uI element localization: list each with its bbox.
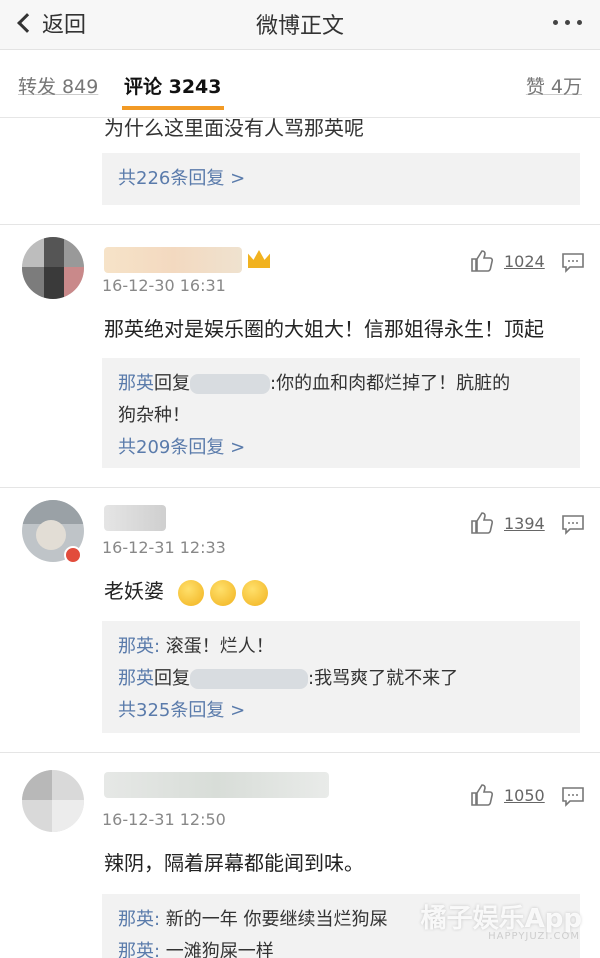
username-blurred[interactable] <box>104 772 329 798</box>
reply-comment-icon[interactable] <box>562 253 584 273</box>
emoji-icon <box>242 579 269 606</box>
watermark-logo: 橘子娱乐App <box>420 904 582 934</box>
reply-preview: 共226条回复 > <box>102 153 580 205</box>
tab-comments[interactable]: 评论 3243 <box>122 72 224 110</box>
like-count: 1394 <box>504 513 545 533</box>
reply-preview: 那英: 滚蛋！烂人！ 那英回复:我骂爽了就不来了 共325条回复 > <box>102 621 580 733</box>
thumbs-up-icon <box>471 784 494 806</box>
reply-text: 滚蛋！烂人！ <box>160 636 274 657</box>
divider <box>0 224 600 225</box>
like-button[interactable]: 1394 <box>470 512 545 534</box>
blurred-username <box>190 374 270 394</box>
crown-icon <box>248 250 270 268</box>
reply-nickname[interactable]: 那英 <box>118 373 154 394</box>
like-button[interactable]: 1024 <box>470 250 545 272</box>
comment-text: 那英绝对是娱乐圈的大姐大！信那姐得永生！顶起 <box>104 317 544 341</box>
thumbs-up-icon <box>471 250 494 272</box>
comment-text: 辣阴，隔着屏幕都能闻到味。 <box>104 851 364 875</box>
reply-preview: 那英回复:你的血和肉都烂掉了！肮脏的 狗杂种！ 共209条回复 > <box>102 358 580 468</box>
like-button[interactable]: 1050 <box>470 784 545 806</box>
tab-repost[interactable]: 转发 849 <box>18 72 98 99</box>
reply-comment-icon[interactable] <box>562 787 584 807</box>
reply-line: 那英回复:你的血和肉都烂掉了！肮脏的 <box>118 373 511 394</box>
reply-nickname[interactable]: 那英 <box>118 668 154 689</box>
reply-text: :我骂爽了就不来了 <box>308 668 459 689</box>
username-blurred[interactable] <box>104 247 242 273</box>
tab-likes[interactable]: 赞 4万 <box>526 72 582 99</box>
reply-nickname[interactable]: 那英: <box>118 941 160 958</box>
reply-text: :你的血和肉都烂掉了！肮脏的 <box>270 373 511 394</box>
reply-text-cont: 狗杂种！ <box>118 405 190 426</box>
reply-comment-icon[interactable] <box>562 515 584 535</box>
reply-line: 那英: 滚蛋！烂人！ <box>118 631 564 663</box>
reply-text: 新的一年 你要继续当烂狗屎 <box>160 909 388 930</box>
like-count: 1024 <box>504 251 545 271</box>
more-options-icon[interactable] <box>553 20 582 25</box>
reply-nickname[interactable]: 那英: <box>118 636 160 657</box>
reply-line: 那英回复:我骂爽了就不来了 <box>118 668 459 689</box>
active-tab-indicator <box>122 106 224 110</box>
emoji-icon <box>178 579 205 606</box>
more-replies-link[interactable]: 共209条回复 > <box>118 432 564 464</box>
verified-badge-icon <box>64 546 82 564</box>
divider <box>0 752 600 753</box>
emoji-icon <box>210 579 237 606</box>
username-blurred[interactable] <box>104 505 166 531</box>
thumbs-up-icon <box>471 512 494 534</box>
reply-nickname[interactable]: 那英: <box>118 909 160 930</box>
comment-text: 为什么这里面没有人骂那英呢 <box>104 116 364 140</box>
top-nav-bar: 返回 微博正文 <box>0 0 600 50</box>
comment-timestamp: 16-12-31 12:50 <box>102 810 226 829</box>
divider <box>0 487 600 488</box>
comment-timestamp: 16-12-31 12:33 <box>102 538 226 557</box>
watermark-url: HAPPYJUZI.COM <box>488 931 580 942</box>
more-replies-link[interactable]: 共325条回复 > <box>118 695 564 727</box>
tab-bar: 转发 849 评论 3243 赞 4万 <box>0 50 600 118</box>
tab-comments-label: 评论 3243 <box>124 76 222 98</box>
comment-timestamp: 16-12-30 16:31 <box>102 276 226 295</box>
like-count: 1050 <box>504 785 545 805</box>
avatar[interactable] <box>22 770 84 832</box>
reply-text: 一滩狗屎一样 <box>160 941 274 958</box>
avatar[interactable] <box>22 237 84 299</box>
comment-text: 老妖婆 <box>104 575 274 606</box>
comment-text-label: 老妖婆 <box>104 579 164 603</box>
more-replies-link[interactable]: 共226条回复 > <box>118 163 564 195</box>
page-title: 微博正文 <box>255 14 344 39</box>
blurred-username <box>190 669 308 689</box>
